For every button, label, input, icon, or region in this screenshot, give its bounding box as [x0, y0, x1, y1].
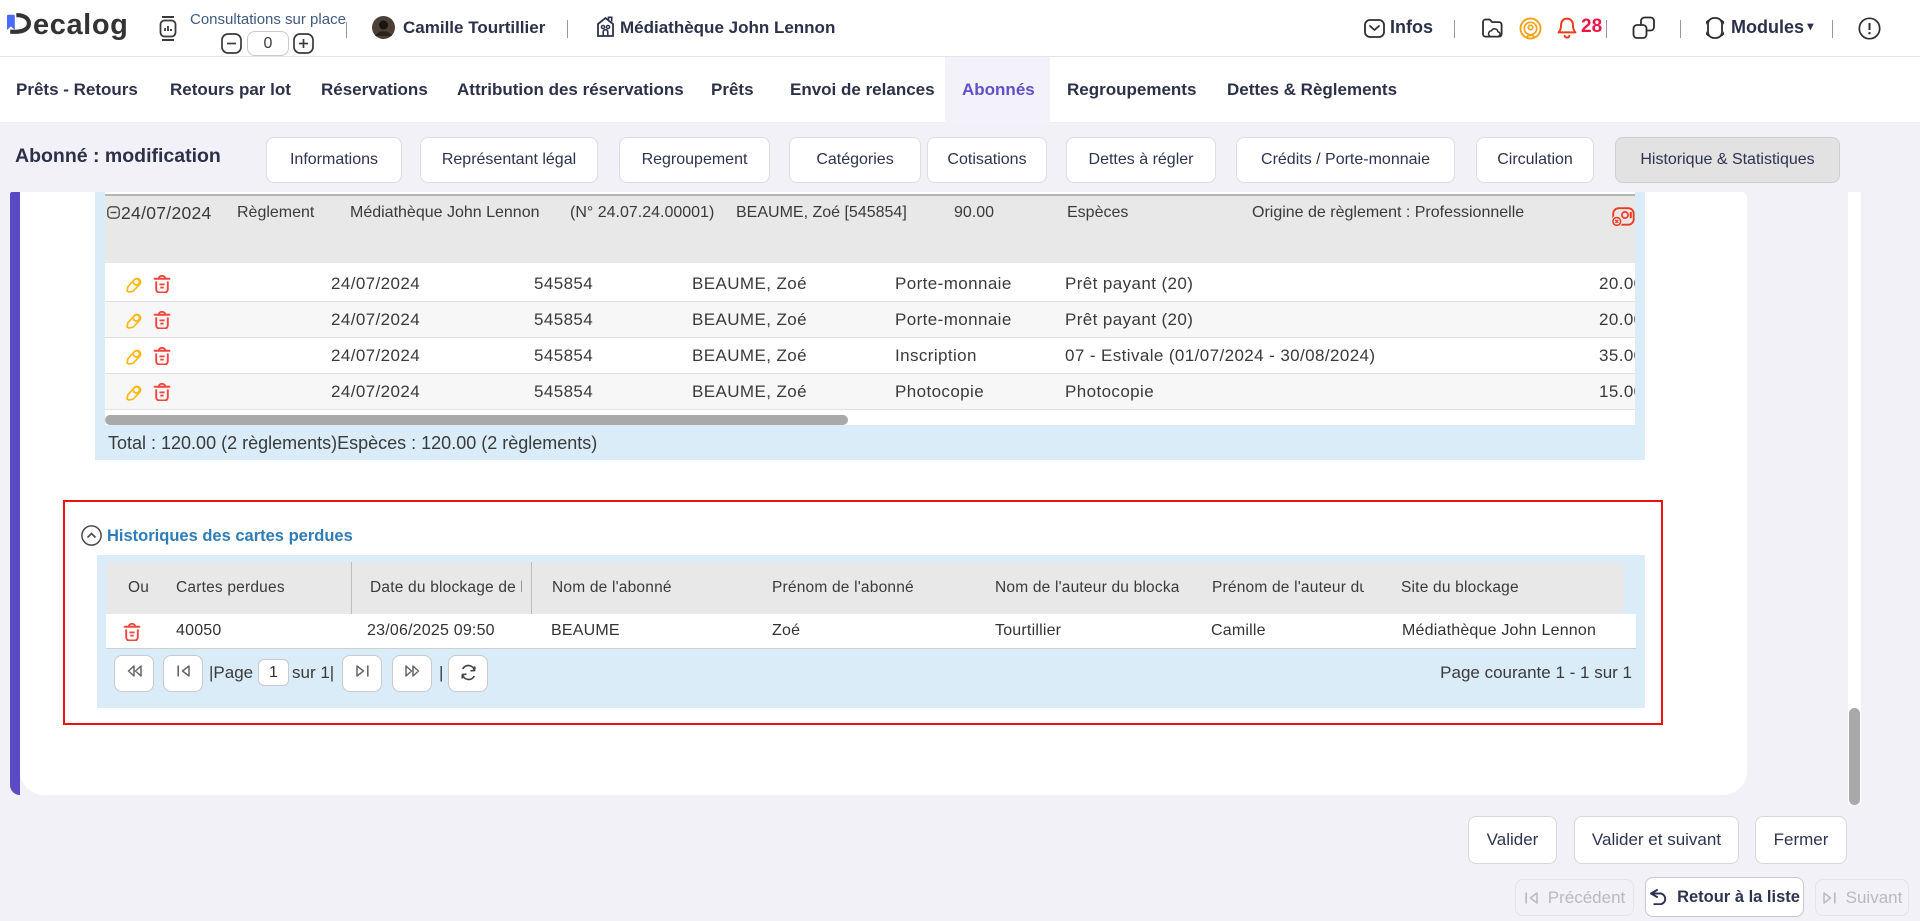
svg-text:ecalog: ecalog — [33, 13, 128, 41]
